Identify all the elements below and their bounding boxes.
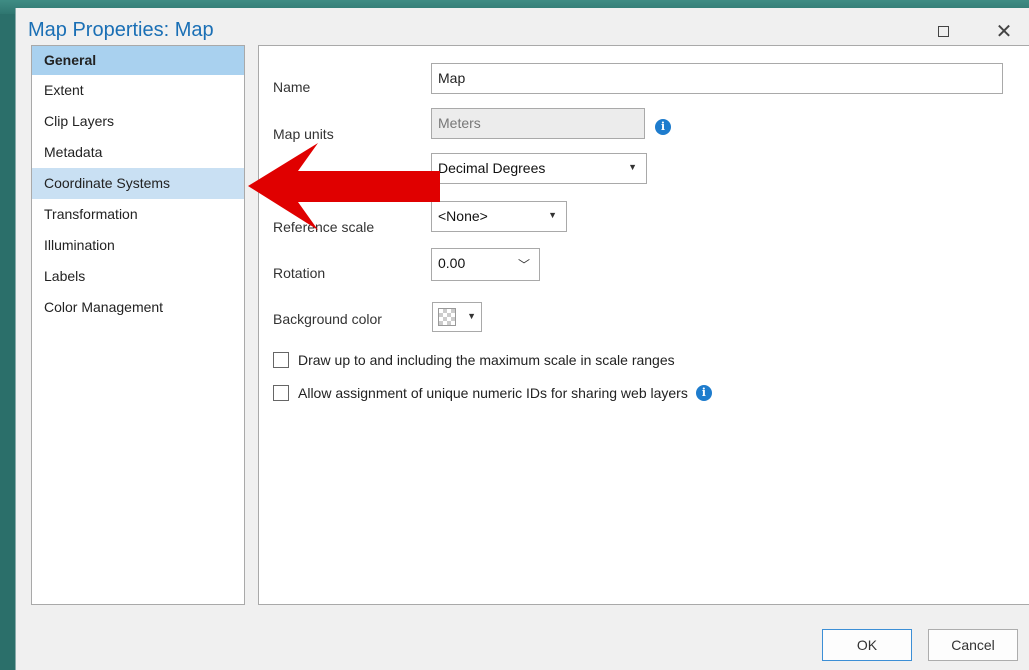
cancel-button[interactable]: Cancel bbox=[928, 629, 1018, 661]
nav-item-labels[interactable]: Labels bbox=[32, 261, 244, 292]
close-button[interactable]: ✕ bbox=[993, 20, 1015, 43]
display-units-value: Decimal Degrees bbox=[438, 160, 546, 176]
map-units-label: Map units bbox=[273, 126, 334, 142]
unique-ids-checkbox-label: Allow assignment of unique numeric IDs f… bbox=[298, 385, 688, 401]
properties-nav-list: General Extent Clip Layers Metadata Coor… bbox=[31, 45, 245, 605]
dropdown-arrow-icon: ▼ bbox=[548, 210, 557, 220]
unique-ids-checkbox-row[interactable]: Allow assignment of unique numeric IDs f… bbox=[273, 383, 712, 403]
reference-scale-label: Reference scale bbox=[273, 219, 375, 235]
display-units-label: Display units bbox=[273, 172, 353, 188]
chevron-down-icon: ﹀ bbox=[517, 258, 530, 272]
name-label: Name bbox=[273, 79, 311, 95]
general-settings-panel: Name Map Map units Meters i Display unit… bbox=[258, 45, 1029, 605]
name-input[interactable]: Map bbox=[431, 63, 1003, 94]
max-scale-checkbox-row[interactable]: Draw up to and including the maximum sca… bbox=[273, 350, 675, 370]
transparent-swatch-icon bbox=[438, 308, 456, 326]
map-properties-dialog: Map Properties: Map ✕ General Extent Cli… bbox=[15, 8, 1029, 670]
map-units-info-icon[interactable]: i bbox=[655, 119, 671, 135]
nav-item-general[interactable]: General bbox=[32, 46, 244, 75]
nav-item-illumination[interactable]: Illumination bbox=[32, 230, 244, 261]
map-units-field: Meters bbox=[431, 108, 645, 139]
rotation-label: Rotation bbox=[273, 265, 326, 281]
nav-item-coordinate-systems[interactable]: Coordinate Systems bbox=[32, 168, 244, 199]
ok-button[interactable]: OK bbox=[822, 629, 912, 661]
nav-item-clip-layers[interactable]: Clip Layers bbox=[32, 106, 244, 137]
maximize-icon bbox=[937, 25, 949, 37]
reference-scale-value: <None> bbox=[438, 208, 488, 224]
dropdown-arrow-icon: ▼ bbox=[467, 311, 476, 321]
background-color-label: Background color bbox=[273, 311, 382, 327]
dialog-title: Map Properties: Map bbox=[28, 19, 214, 41]
nav-item-extent[interactable]: Extent bbox=[32, 75, 244, 106]
unique-ids-checkbox[interactable] bbox=[273, 385, 289, 401]
nav-item-color-management[interactable]: Color Management bbox=[32, 292, 244, 323]
max-scale-checkbox-label: Draw up to and including the maximum sca… bbox=[298, 352, 675, 368]
close-icon: ✕ bbox=[995, 20, 1013, 43]
maximize-button[interactable] bbox=[932, 20, 954, 42]
reference-scale-dropdown[interactable]: <None> ▼ bbox=[431, 201, 567, 232]
rotation-value: 0.00 bbox=[438, 255, 466, 271]
unique-ids-info-icon[interactable]: i bbox=[695, 385, 712, 401]
nav-item-metadata[interactable]: Metadata bbox=[32, 137, 244, 168]
background-color-picker[interactable]: ▼ bbox=[432, 302, 482, 332]
dropdown-arrow-icon: ▼ bbox=[628, 162, 637, 172]
nav-item-transformation[interactable]: Transformation bbox=[32, 199, 244, 230]
rotation-combobox[interactable]: 0.00 ﹀ bbox=[431, 248, 540, 281]
display-units-dropdown[interactable]: Decimal Degrees ▼ bbox=[431, 153, 647, 184]
max-scale-checkbox[interactable] bbox=[273, 352, 289, 368]
